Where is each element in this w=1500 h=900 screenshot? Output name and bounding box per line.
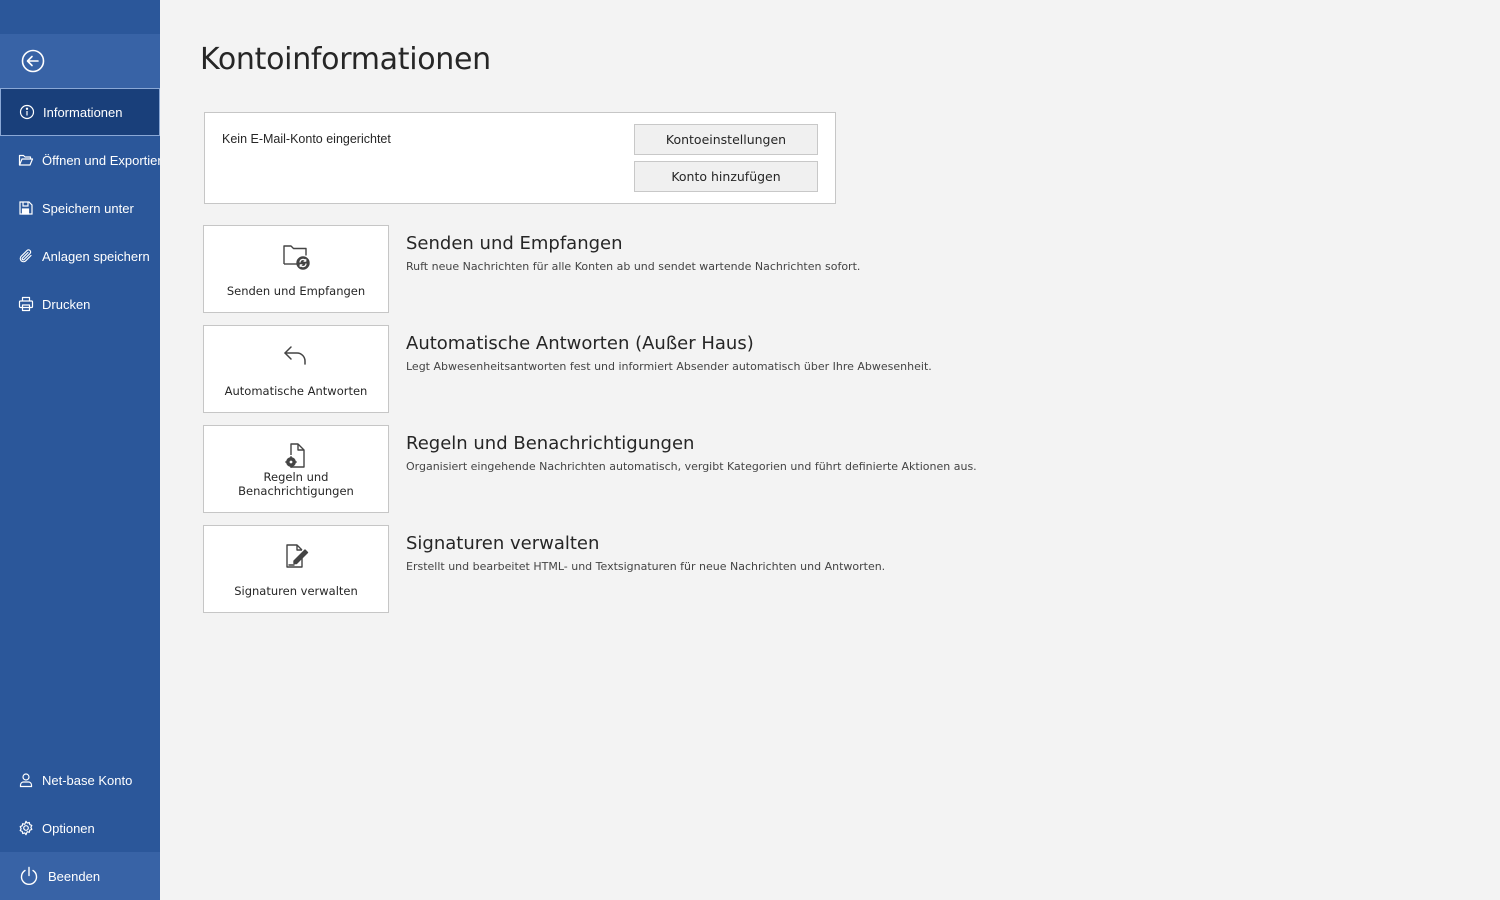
sidebar-item-speichern-unter[interactable]: Speichern unter: [0, 184, 160, 232]
sidebar-item-informationen[interactable]: Informationen: [0, 88, 160, 136]
sidebar-item-drucken[interactable]: Drucken: [0, 280, 160, 328]
rules-alerts-title: Regeln und Benachrichtigungen: [406, 433, 695, 454]
rules-document-icon: [280, 440, 312, 472]
printer-icon: [18, 296, 34, 312]
back-button[interactable]: [0, 34, 160, 88]
main-content: Kontoinformationen Kein E-Mail-Konto ein…: [160, 0, 1500, 900]
sidebar-item-label: Informationen: [43, 104, 123, 120]
person-icon: [18, 772, 34, 788]
gear-icon: [18, 820, 34, 836]
page-title: Kontoinformationen: [200, 42, 491, 77]
reply-arrow-icon: [280, 340, 312, 372]
sidebar-item-net-base-konto[interactable]: Net-base Konto: [0, 756, 160, 804]
send-receive-title: Senden und Empfangen: [406, 233, 623, 254]
folder-open-icon: [18, 152, 34, 168]
signatures-tile[interactable]: Signaturen verwalten: [203, 525, 389, 613]
sidebar-item-label: Net-base Konto: [42, 772, 133, 788]
tile-label: Senden und Empfangen: [226, 284, 366, 298]
sidebar-item-optionen[interactable]: Optionen: [0, 804, 160, 852]
back-arrow-icon: [21, 49, 45, 73]
tile-label: Signaturen verwalten: [234, 584, 358, 598]
info-icon: [19, 104, 35, 120]
automatic-replies-title: Automatische Antworten (Außer Haus): [406, 333, 754, 354]
sidebar-item-label: Speichern unter: [42, 200, 134, 216]
rules-alerts-tile[interactable]: Regeln und Benachrichtigungen: [203, 425, 389, 513]
account-status-text: Kein E-Mail-Konto eingerichtet: [222, 132, 391, 146]
sidebar-top-strip: [0, 0, 160, 34]
automatic-replies-description: Legt Abwesenheitsantworten fest und info…: [406, 360, 932, 373]
send-receive-description: Ruft neue Nachrichten für alle Konten ab…: [406, 260, 861, 273]
sidebar-item-oeffnen-exportieren[interactable]: Öffnen und Exportieren: [0, 136, 160, 184]
sidebar-item-label: Öffnen und Exportieren: [42, 152, 160, 168]
add-account-button[interactable]: Konto hinzufügen: [634, 161, 818, 192]
backstage-sidebar: Informationen Öffnen und Exportieren Spe…: [0, 0, 160, 900]
signatures-title: Signaturen verwalten: [406, 533, 600, 554]
sidebar-item-label: Drucken: [42, 296, 91, 312]
sidebar-item-beenden[interactable]: Beenden: [0, 852, 160, 900]
signature-icon: [280, 540, 312, 572]
sidebar-item-label: Beenden: [48, 868, 101, 884]
send-receive-tile[interactable]: Senden und Empfangen: [203, 225, 389, 313]
tile-label: Regeln und Benachrichtigungen: [238, 470, 354, 498]
sidebar-item-label: Anlagen speichern: [42, 248, 150, 264]
tile-label: Automatische Antworten: [224, 384, 368, 398]
sidebar-item-anlagen-speichern[interactable]: Anlagen speichern: [0, 232, 160, 280]
sidebar-item-label: Optionen: [42, 820, 95, 836]
signatures-description: Erstellt und bearbeitet HTML- und Textsi…: [406, 560, 886, 573]
account-settings-button[interactable]: Kontoeinstellungen: [634, 124, 818, 155]
account-info-box: Kein E-Mail-Konto eingerichtet Kontoeins…: [204, 112, 836, 204]
save-as-icon: [18, 200, 34, 216]
automatic-replies-tile[interactable]: Automatische Antworten: [203, 325, 389, 413]
paperclip-icon: [18, 248, 34, 264]
folder-sync-icon: [280, 240, 312, 272]
rules-alerts-description: Organisiert eingehende Nachrichten autom…: [406, 460, 977, 473]
power-icon: [18, 865, 40, 887]
